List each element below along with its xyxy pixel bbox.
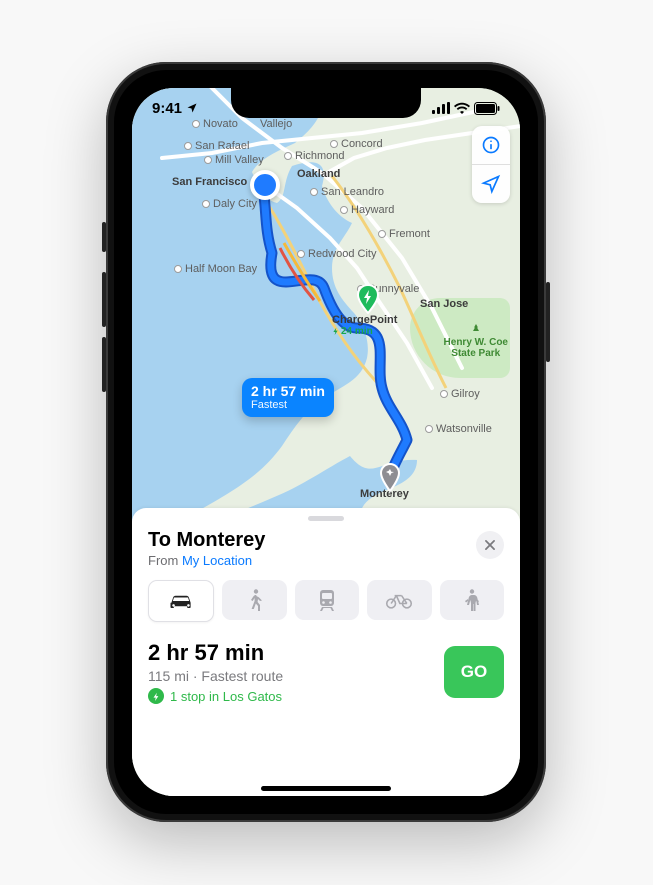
- city-label: San Jose: [420, 298, 468, 310]
- close-button[interactable]: [476, 531, 504, 559]
- close-icon: [483, 538, 497, 552]
- map-info-button[interactable]: [472, 126, 510, 164]
- mode-transit[interactable]: [295, 580, 359, 620]
- city-label: Redwood City: [297, 248, 376, 260]
- from-location-link[interactable]: My Location: [182, 553, 252, 568]
- volume-up-button: [102, 272, 106, 327]
- state-park-label: Henry W. CoeState Park: [444, 323, 508, 359]
- mode-drive[interactable]: [148, 580, 214, 622]
- charging-station-pin[interactable]: [356, 284, 380, 314]
- city-label: San Francisco: [172, 176, 247, 188]
- route-stop: 1 stop in Los Gatos: [148, 688, 283, 704]
- city-label: Richmond: [284, 150, 345, 162]
- mute-switch: [102, 222, 106, 252]
- charging-station-name: ChargePoint: [332, 314, 397, 326]
- city-label: Daly City: [202, 198, 257, 210]
- directions-card[interactable]: To Monterey From My Location: [132, 508, 520, 796]
- ev-charge-icon: [148, 688, 164, 704]
- city-label: Hayward: [340, 204, 394, 216]
- route-tooltip-time: 2 hr 57 min: [251, 384, 325, 399]
- destination-pin[interactable]: [379, 463, 401, 498]
- route-tooltip[interactable]: 2 hr 57 min Fastest: [242, 378, 334, 417]
- from-label: From: [148, 553, 182, 568]
- card-grabber[interactable]: [308, 516, 344, 521]
- route-stop-text: 1 stop in Los Gatos: [170, 689, 282, 704]
- map-locate-button[interactable]: [472, 165, 510, 203]
- mode-rideshare[interactable]: [440, 580, 504, 620]
- status-bar: 9:41: [132, 94, 520, 122]
- map-controls: [472, 126, 510, 203]
- charging-station-time: 24 min: [332, 326, 397, 337]
- location-icon: [186, 102, 198, 114]
- home-indicator[interactable]: [261, 786, 391, 791]
- charging-station-label[interactable]: ChargePoint 24 min: [332, 314, 397, 337]
- city-label: Gilroy: [440, 388, 480, 400]
- mode-walk[interactable]: [222, 580, 286, 620]
- route-result[interactable]: 2 hr 57 min 115 mi · Fastest route 1 sto…: [148, 640, 504, 704]
- transit-icon: [317, 589, 337, 611]
- cellular-icon: [432, 102, 450, 114]
- rideshare-icon: [464, 589, 480, 611]
- volume-down-button: [102, 337, 106, 392]
- city-label: Fremont: [378, 228, 430, 240]
- status-time: 9:41: [152, 100, 182, 117]
- origin-marker[interactable]: [250, 170, 280, 200]
- directions-subtitle: From My Location: [148, 553, 265, 568]
- battery-icon: [474, 102, 500, 115]
- city-label: Watsonville: [425, 423, 492, 435]
- go-button[interactable]: GO: [444, 646, 504, 698]
- transport-mode-selector: [148, 580, 504, 622]
- city-label: Oakland: [297, 168, 340, 180]
- city-label: Concord: [330, 138, 383, 150]
- power-button: [546, 282, 550, 362]
- phone-frame: 9:41: [106, 62, 546, 822]
- route-time: 2 hr 57 min: [148, 640, 283, 666]
- city-label: Mill Valley: [204, 154, 264, 166]
- wifi-icon: [454, 102, 470, 114]
- directions-title: To Monterey: [148, 529, 265, 552]
- city-label: Half Moon Bay: [174, 263, 257, 275]
- route-details: 115 mi · Fastest route: [148, 668, 283, 684]
- mode-cycle[interactable]: [367, 580, 431, 620]
- screen: 9:41: [132, 88, 520, 796]
- city-label: San Leandro: [310, 186, 384, 198]
- route-tooltip-label: Fastest: [251, 399, 325, 411]
- car-icon: [167, 592, 195, 610]
- go-label: GO: [461, 662, 487, 682]
- walk-icon: [247, 589, 263, 611]
- bike-icon: [385, 591, 413, 609]
- city-label: San Rafael: [184, 140, 249, 152]
